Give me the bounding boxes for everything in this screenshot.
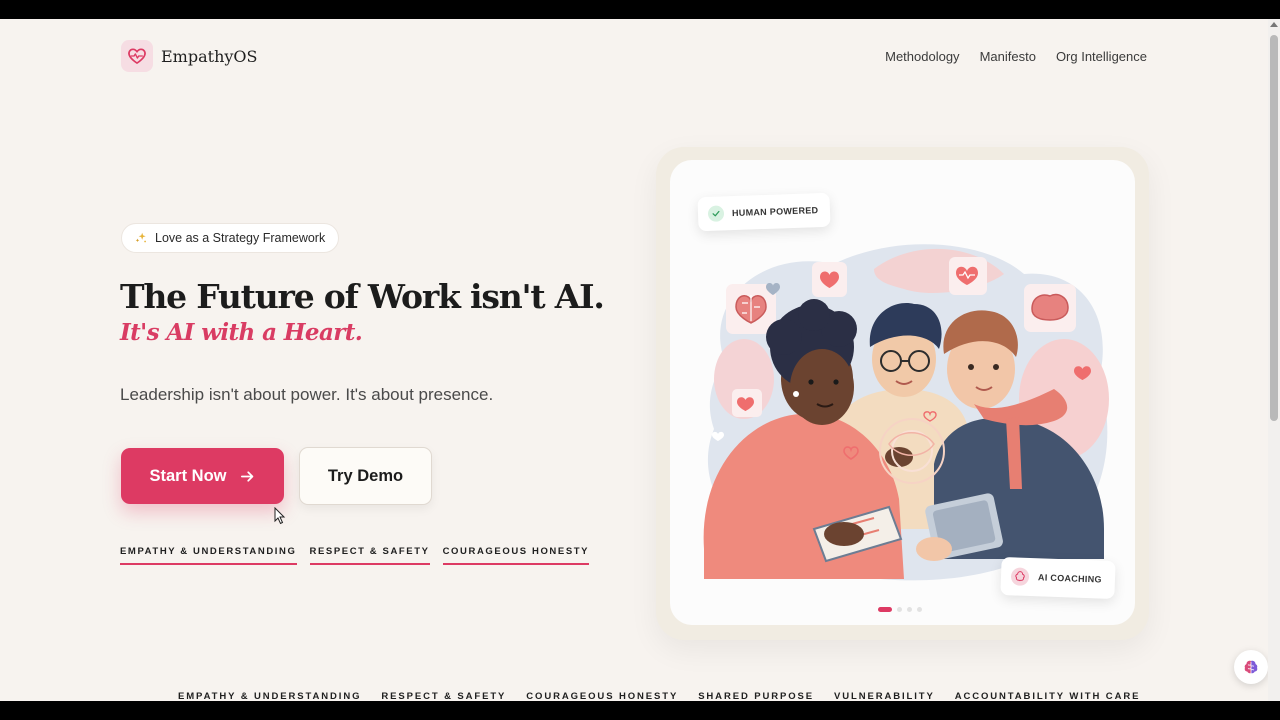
nav-item-methodology[interactable]: Methodology	[885, 49, 959, 64]
page-scrollbar[interactable]	[1268, 19, 1280, 701]
try-demo-button[interactable]: Try Demo	[299, 447, 432, 505]
carousel-dot-1[interactable]	[878, 607, 892, 612]
page-title-accent: It's AI with a Heart.	[120, 319, 363, 346]
value-empathy[interactable]: EMPATHY & UNDERSTANDING	[120, 546, 297, 565]
heart-pulse-icon	[128, 48, 146, 65]
ai-coaching-badge: AI COACHING	[1000, 557, 1116, 599]
marquee-item: SHARED PURPOSE	[698, 691, 814, 701]
carousel-dots	[878, 607, 922, 612]
mouse-cursor-icon	[274, 507, 286, 525]
values-marquee: EMPATHY & UNDERSTANDING RESPECT & SAFETY…	[178, 691, 1140, 701]
team-illustration	[703, 244, 1109, 581]
logo[interactable]	[121, 40, 153, 72]
start-now-button[interactable]: Start Now	[121, 448, 284, 504]
values-list: EMPATHY & UNDERSTANDING RESPECT & SAFETY…	[120, 546, 590, 565]
scroll-up-arrow-icon[interactable]	[1270, 22, 1278, 27]
value-honesty[interactable]: COURAGEOUS HONESTY	[442, 546, 590, 565]
arrow-right-icon	[240, 470, 253, 482]
marquee-item: RESPECT & SAFETY	[381, 691, 507, 701]
page-title: The Future of Work isn't AI.	[120, 277, 605, 316]
main-nav: Methodology Manifesto Org Intelligence	[885, 49, 1147, 64]
carousel-dot-3[interactable]	[907, 607, 912, 612]
human-powered-label: HUMAN POWERED	[731, 205, 819, 219]
page: EmpathyOS Methodology Manifesto Org Inte…	[0, 19, 1268, 701]
try-demo-label: Try Demo	[327, 466, 404, 485]
brain-icon	[1010, 567, 1030, 586]
brand-name[interactable]: EmpathyOS	[161, 47, 257, 66]
marquee-item: ACCOUNTABILITY WITH CARE	[954, 691, 1141, 701]
ai-coaching-label: AI COACHING	[1037, 572, 1102, 585]
start-now-label: Start Now	[149, 466, 227, 485]
scroll-thumb[interactable]	[1270, 35, 1278, 421]
check-circle-icon	[707, 205, 725, 222]
pill-label: Love as a Strategy Framework	[155, 231, 326, 245]
nav-item-org-intelligence[interactable]: Org Intelligence	[1056, 49, 1147, 64]
nav-item-manifesto[interactable]: Manifesto	[980, 49, 1036, 64]
carousel-dot-4[interactable]	[917, 607, 922, 612]
value-respect[interactable]: RESPECT & SAFETY	[309, 546, 430, 565]
carousel-dot-2[interactable]	[897, 607, 902, 612]
floating-assistant-button[interactable]	[1234, 650, 1268, 684]
brain-icon	[1244, 660, 1258, 674]
human-powered-badge: HUMAN POWERED	[697, 192, 831, 232]
framework-pill: Love as a Strategy Framework	[121, 223, 340, 253]
tagline: Leadership isn't about power. It's about…	[120, 385, 494, 404]
marquee-item: EMPATHY & UNDERSTANDING	[178, 691, 362, 701]
marquee-item: COURAGEOUS HONESTY	[526, 691, 679, 701]
sparkles-icon	[135, 232, 146, 243]
marquee-item: VULNERABILITY	[834, 691, 935, 701]
